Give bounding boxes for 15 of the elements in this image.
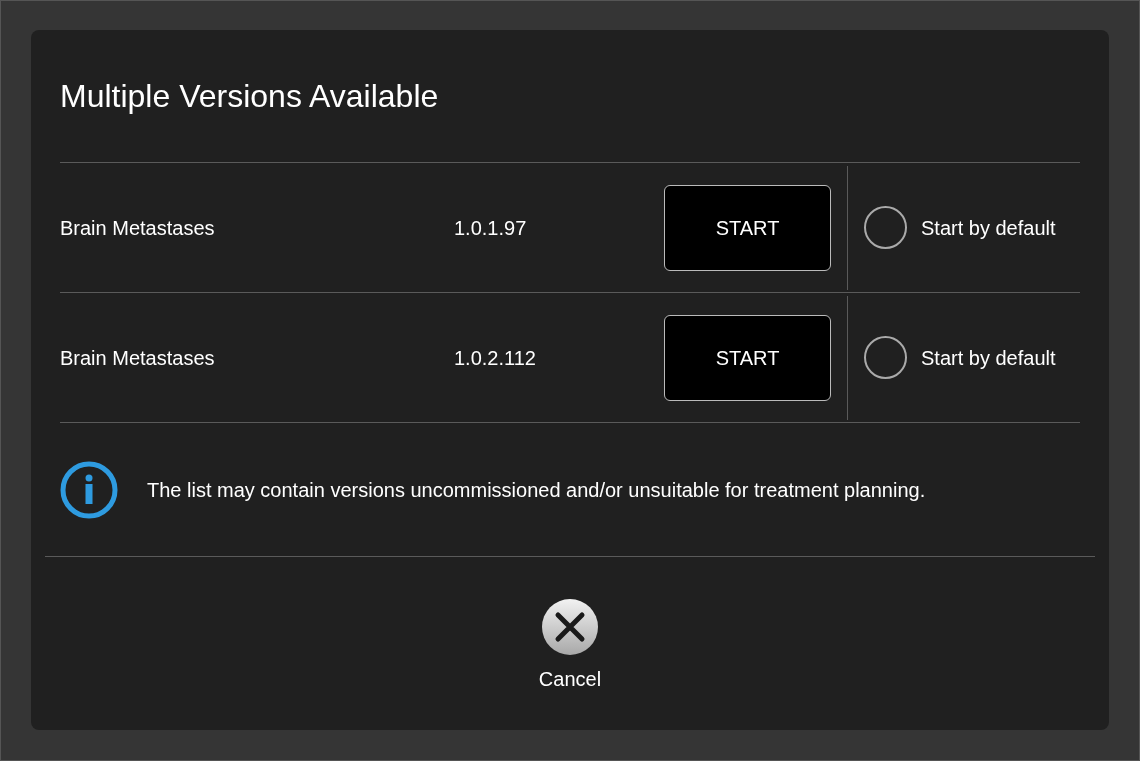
start-button[interactable]: START bbox=[664, 314, 831, 401]
close-icon bbox=[541, 598, 599, 656]
dialog-title: Multiple Versions Available bbox=[60, 77, 439, 116]
product-name: Brain Metastases bbox=[60, 345, 216, 371]
version-number: 1.0.1.97 bbox=[454, 215, 528, 241]
default-radio[interactable] bbox=[864, 206, 907, 249]
default-radio[interactable] bbox=[864, 336, 907, 379]
info-icon bbox=[60, 460, 118, 519]
radio-label: Start by default bbox=[921, 215, 1056, 241]
info-message: The list may contain versions uncommissioned and/or unsuitable for treatment planning. bbox=[147, 477, 926, 503]
cancel-button[interactable]: Cancel bbox=[538, 598, 602, 694]
version-number: 1.0.2.112 bbox=[454, 345, 537, 371]
start-button[interactable]: START bbox=[664, 184, 831, 271]
product-name: Brain Metastases bbox=[60, 215, 216, 241]
radio-label: Start by default bbox=[921, 345, 1056, 371]
